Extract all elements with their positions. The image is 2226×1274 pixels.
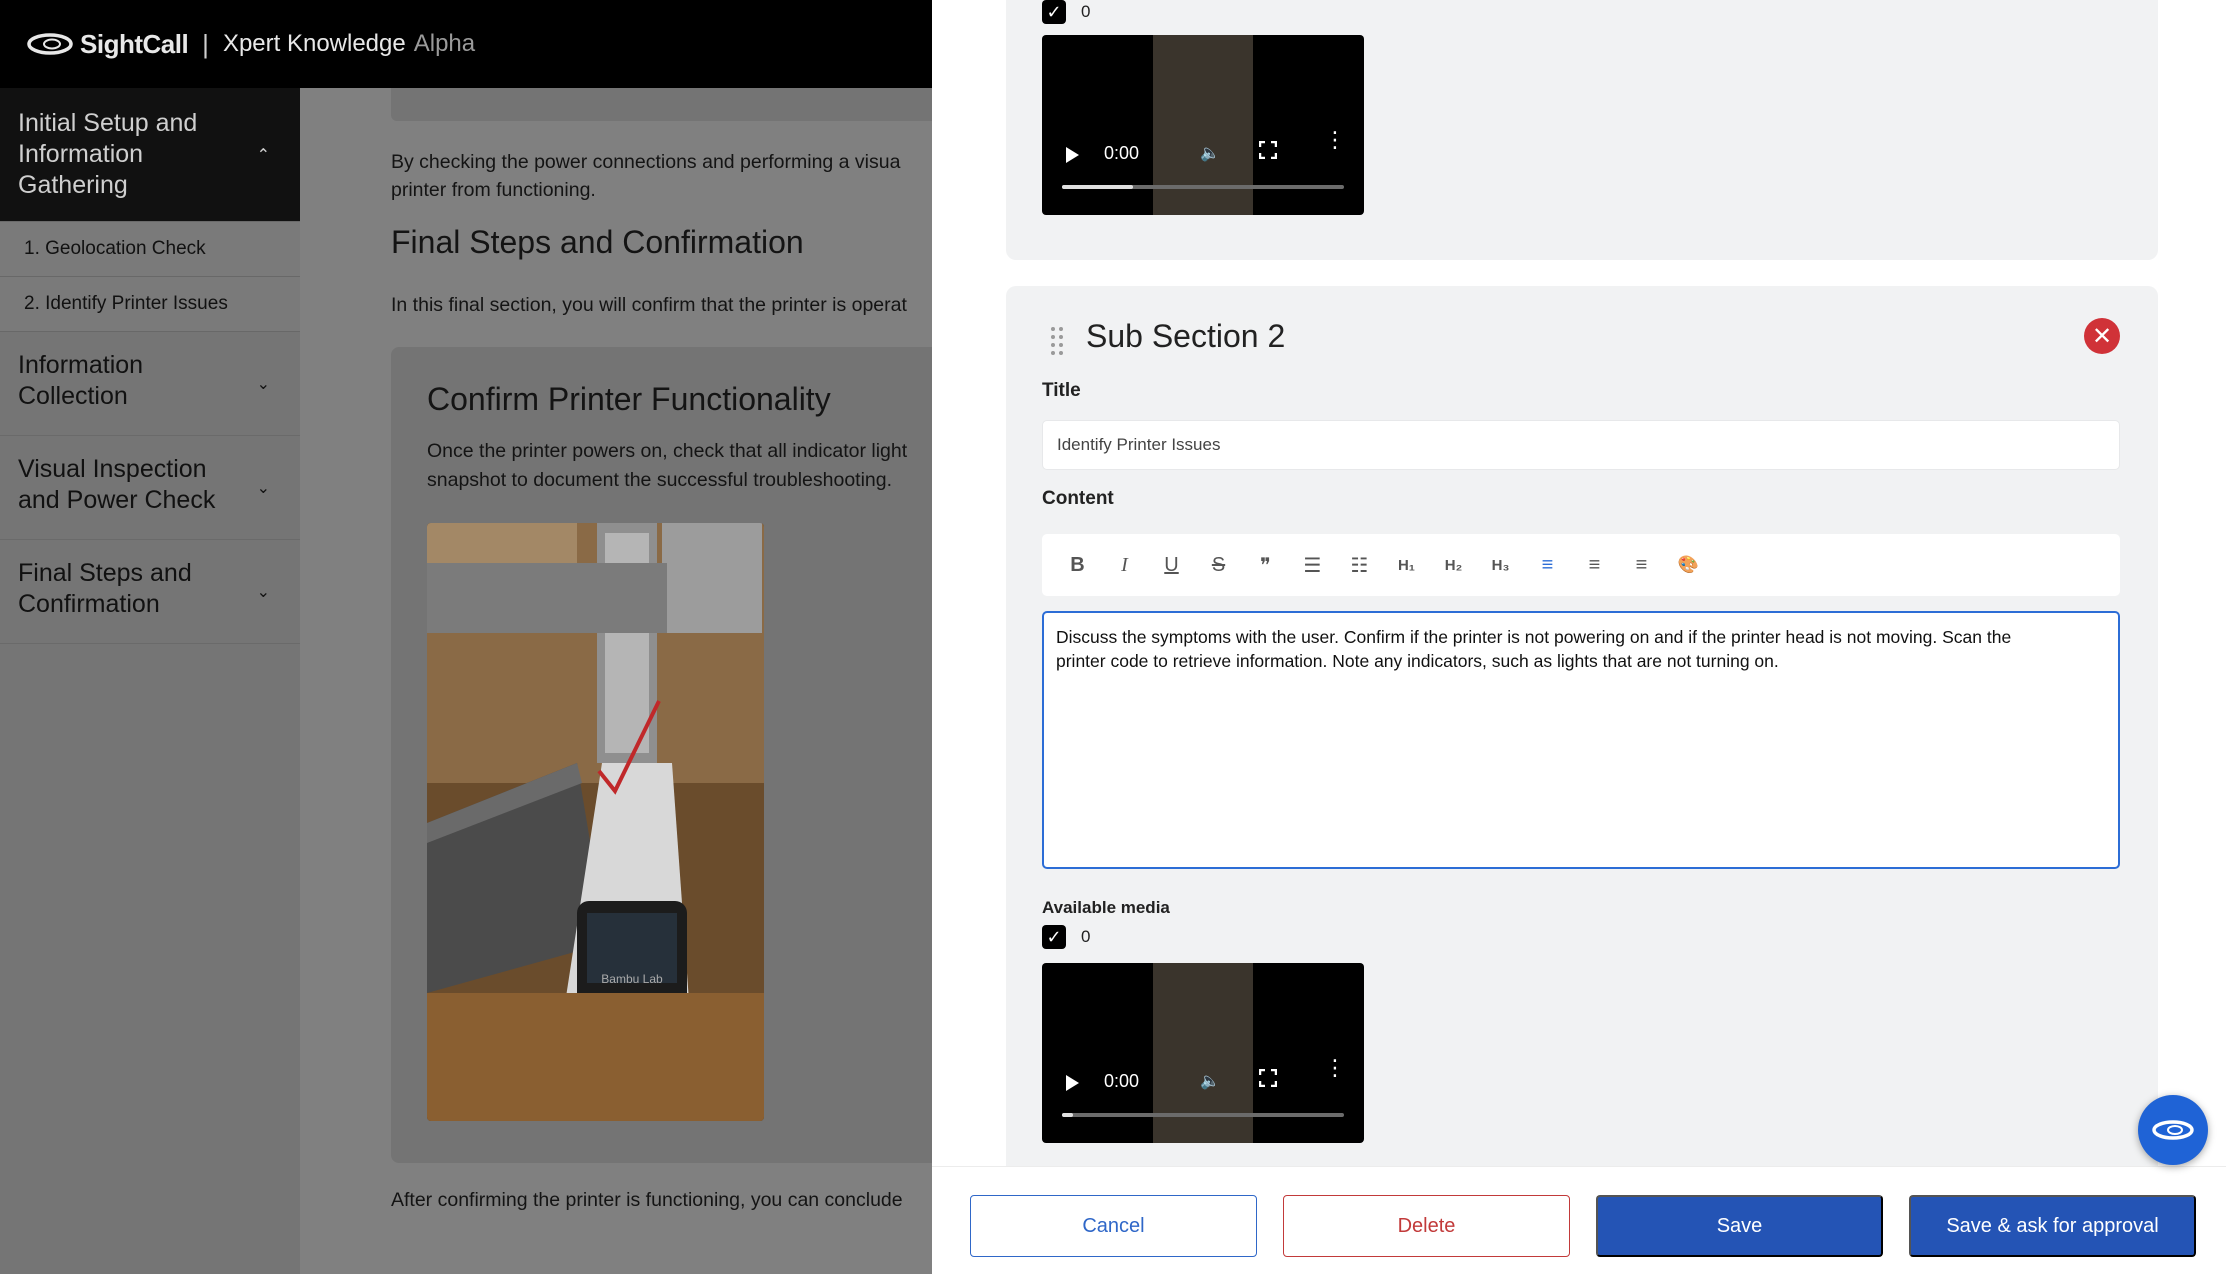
more-options-icon[interactable]: ⋮ [1324, 129, 1346, 151]
drag-handle-icon[interactable] [1050, 326, 1064, 356]
intro-text-line: By checking the power connections and pe… [391, 151, 901, 173]
fullscreen-icon[interactable] [1259, 141, 1277, 159]
intro-text-line: printer from functioning. [391, 179, 596, 201]
video-player[interactable]: 0:00 🔈 ⋮ [1042, 963, 1364, 1143]
content-label: Content [1042, 488, 1114, 509]
media-checkbox-label: 0 [1081, 927, 1091, 946]
delete-button[interactable]: Delete [1283, 1195, 1570, 1257]
content-text-line: Discuss the symptoms with the user. Conf… [1056, 627, 2012, 647]
heading2-icon[interactable]: H₂ [1430, 545, 1477, 585]
video-progress-fill [1062, 1113, 1074, 1117]
content-text-line: printer code to retrieve information. No… [1056, 651, 1779, 671]
main-content: By checking the power connections and pe… [300, 88, 932, 1274]
sidebar-group-initial-setup[interactable]: Initial Setup and Information Gathering … [0, 88, 300, 222]
sidebar-item-geolocation-check[interactable]: 1. Geolocation Check [0, 222, 300, 277]
more-options-icon[interactable]: ⋮ [1324, 1057, 1346, 1079]
sightcall-logo-icon [27, 33, 73, 55]
svg-text:Bambu Lab: Bambu Lab [601, 972, 663, 986]
subsection-editor-previous: ✓ 0 0:00 🔈 ⋮ [1006, 0, 2158, 260]
printer-photo: Bambu Lab [427, 523, 764, 1121]
sidebar-group-final-steps[interactable]: Final Steps and Confirmation ⌄ [0, 540, 300, 644]
sidebar-group-label: Initial Setup and Information Gathering [18, 109, 198, 199]
save-button[interactable]: Save [1596, 1195, 1883, 1257]
previous-card-bottom [391, 88, 932, 121]
app-header: SightCall | Xpert Knowledge Alpha [0, 0, 932, 88]
video-time: 0:00 [1104, 143, 1140, 163]
play-icon[interactable] [1066, 147, 1079, 163]
content-editor[interactable]: Discuss the symptoms with the user. Conf… [1042, 611, 2120, 869]
section-heading: Final Steps and Confirmation [391, 224, 804, 260]
video-time: 0:00 [1104, 1071, 1140, 1091]
sidebar-group-label: Information Collection [18, 351, 144, 410]
sidebar-group-visual-inspection[interactable]: Visual Inspection and Power Check ⌄ [0, 436, 300, 540]
italic-icon[interactable]: I [1101, 545, 1148, 585]
product-badge: Alpha [413, 30, 476, 57]
subsection-card: Confirm Printer Functionality Once the p… [391, 347, 932, 1163]
media-checkbox-row: ✓ 0 [1042, 925, 1090, 949]
media-checkbox-row: ✓ 0 [1042, 0, 1090, 24]
sightcall-eye-icon [2152, 1120, 2194, 1140]
media-checkbox[interactable]: ✓ [1042, 925, 1066, 949]
sidebar-group-label: Final Steps and Confirmation [18, 559, 192, 618]
quote-icon[interactable]: ❞ [1242, 545, 1289, 585]
subsection-text-line: Once the printer powers on, check that a… [427, 440, 908, 462]
sightcall-fab-button[interactable] [2138, 1095, 2208, 1165]
strikethrough-icon[interactable]: S [1195, 545, 1242, 585]
bold-icon[interactable]: B [1054, 545, 1101, 585]
video-progress-bar[interactable] [1062, 185, 1344, 189]
edit-panel: ✓ 0 0:00 🔈 ⋮ Sub Section 2 ✕ Title Ident… [932, 0, 2226, 1274]
volume-icon[interactable]: 🔈 [1200, 1071, 1220, 1091]
chevron-down-icon: ⌄ [256, 479, 270, 497]
subsection-text-line: snapshot to document the successful trou… [427, 469, 893, 491]
volume-icon[interactable]: 🔈 [1200, 143, 1220, 163]
closing-text: After confirming the printer is function… [391, 1189, 903, 1211]
subsection-heading: Confirm Printer Functionality [427, 381, 831, 417]
chevron-up-icon: ⌃ [256, 146, 270, 164]
save-and-ask-approval-button[interactable]: Save & ask for approval [1909, 1195, 2196, 1257]
title-input[interactable] [1042, 420, 2120, 470]
chevron-down-icon: ⌄ [256, 375, 270, 393]
cancel-button[interactable]: Cancel [970, 1195, 1257, 1257]
subsection-editor: Sub Section 2 ✕ Title Content B I U S ❞ … [1006, 286, 2158, 1166]
remove-subsection-button[interactable]: ✕ [2084, 318, 2120, 354]
video-progress-bar[interactable] [1062, 1113, 1344, 1117]
available-media-label: Available media [1042, 898, 1170, 917]
brand-name: SightCall [80, 28, 189, 59]
color-palette-icon[interactable]: 🎨 [1665, 545, 1712, 585]
sidebar: Initial Setup and Information Gathering … [0, 88, 300, 1274]
sidebar-group-label: Visual Inspection and Power Check [18, 455, 216, 514]
edit-panel-scroll[interactable]: ✓ 0 0:00 🔈 ⋮ Sub Section 2 ✕ Title Ident… [932, 0, 2226, 1166]
heading3-icon[interactable]: H₃ [1477, 545, 1524, 585]
video-progress-fill [1062, 185, 1133, 189]
heading1-icon[interactable]: H₁ [1383, 545, 1430, 585]
edit-panel-footer: Cancel Delete Save Save & ask for approv… [932, 1166, 2226, 1274]
close-icon: ✕ [2091, 322, 2113, 350]
sidebar-group-information-collection[interactable]: Information Collection ⌄ [0, 332, 300, 436]
chevron-down-icon: ⌄ [256, 583, 270, 601]
sidebar-item-identify-printer-issues[interactable]: 2. Identify Printer Issues [0, 277, 300, 332]
fullscreen-icon[interactable] [1259, 1069, 1277, 1087]
rich-text-toolbar: B I U S ❞ ☰ ☷ H₁ H₂ H₃ ≡ ≡ ≡ 🎨 [1042, 534, 2120, 596]
product-name: Xpert Knowledge [222, 30, 406, 57]
subsection-title: Sub Section 2 [1086, 318, 1286, 354]
media-checkbox-label: 0 [1081, 2, 1091, 21]
numbered-list-icon[interactable]: ☷ [1336, 545, 1383, 585]
align-center-icon[interactable]: ≡ [1571, 545, 1618, 585]
media-checkbox[interactable]: ✓ [1042, 0, 1066, 24]
section-text: In this final section, you will confirm … [391, 294, 907, 316]
header-separator: | [202, 28, 209, 59]
play-icon[interactable] [1066, 1075, 1079, 1091]
video-player[interactable]: 0:00 🔈 ⋮ [1042, 35, 1364, 215]
align-left-icon[interactable]: ≡ [1524, 545, 1571, 585]
underline-icon[interactable]: U [1148, 545, 1195, 585]
bullet-list-icon[interactable]: ☰ [1289, 545, 1336, 585]
title-label: Title [1042, 380, 1081, 401]
align-right-icon[interactable]: ≡ [1618, 545, 1665, 585]
